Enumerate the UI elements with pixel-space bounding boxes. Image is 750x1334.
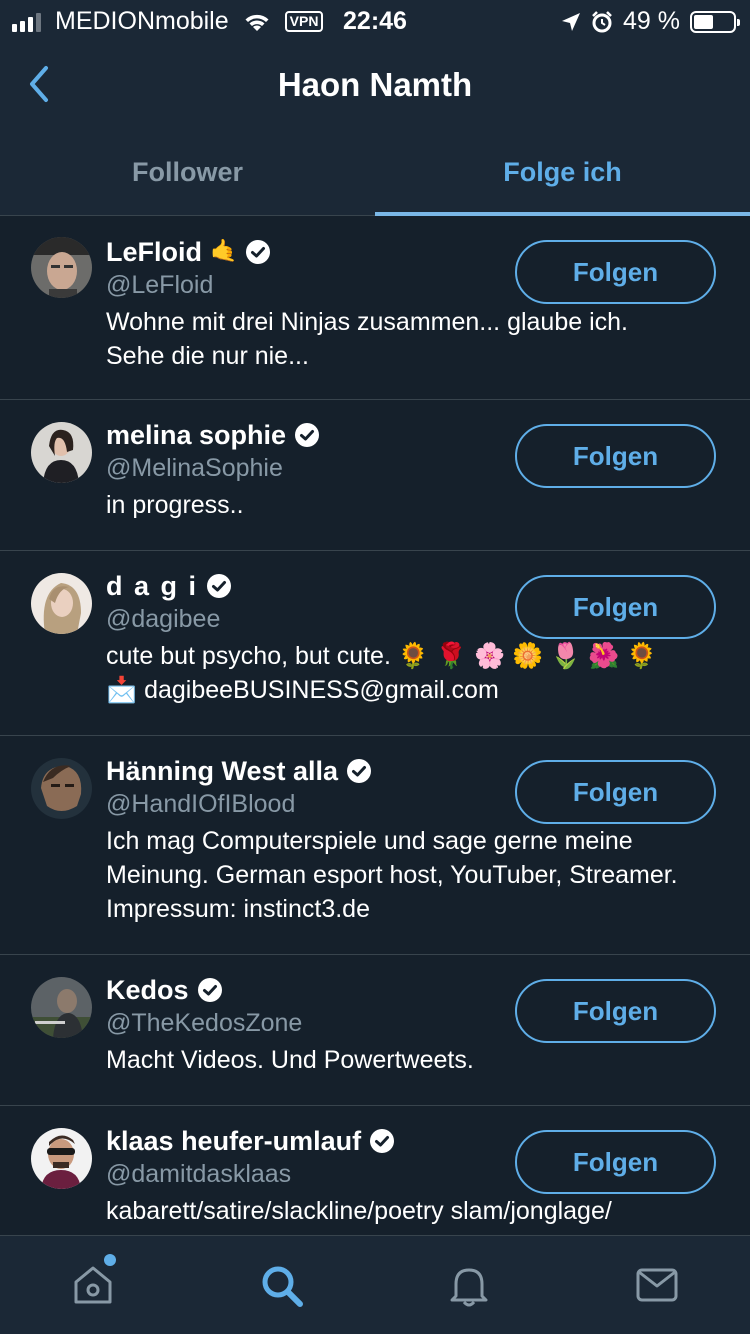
- avatar[interactable]: [31, 1128, 92, 1189]
- follow-button[interactable]: Folgen: [515, 575, 716, 639]
- notification-dot: [104, 1254, 116, 1266]
- list-item[interactable]: Kedos @TheKedosZone Macht Videos. Und Po…: [0, 955, 750, 1106]
- avatar[interactable]: [31, 573, 92, 634]
- follow-button[interactable]: Folgen: [515, 760, 716, 824]
- user-bio: in progress..: [106, 491, 244, 519]
- page-title: Haon Namth: [277, 66, 473, 103]
- avatar[interactable]: [31, 977, 92, 1038]
- follow-button[interactable]: Folgen: [515, 240, 716, 304]
- list-item[interactable]: d a g i @dagibee cute but psycho, but cu…: [0, 551, 750, 736]
- list-item[interactable]: Hänning West alla @HandIOfIBlood Ich mag…: [0, 736, 750, 955]
- search-icon[interactable]: [258, 1262, 304, 1308]
- list-item[interactable]: klaas heufer-umlauf @damitdasklaas kabar…: [0, 1106, 750, 1235]
- follow-button[interactable]: Folgen: [515, 979, 716, 1043]
- follow-button[interactable]: Folgen: [515, 424, 716, 488]
- call-me-hand-emoji: 🤙: [210, 239, 238, 264]
- verified-badge-icon: [207, 574, 232, 598]
- verified-badge-icon: [370, 1129, 395, 1153]
- following-list: LeFloid 🤙 @LeFloid Wohne mit drei Ninjas…: [0, 217, 750, 1235]
- user-bio: cute but psycho, but cute. 🌻 🌹 🌸 🌼 🌷 🌺 🌻…: [106, 639, 720, 707]
- user-name: d a g i: [106, 571, 199, 601]
- user-name: melina sophie: [106, 420, 287, 450]
- tab-bar: Follower Folge ich: [0, 128, 750, 216]
- verified-badge-icon: [347, 759, 372, 783]
- alarm-icon: [592, 10, 612, 32]
- bell-icon[interactable]: [446, 1262, 492, 1308]
- battery-icon: [690, 10, 740, 33]
- bio-line: 📩 dagibeeBUSINESS@gmail.com: [106, 676, 499, 704]
- user-name: Kedos: [106, 975, 189, 1005]
- home-icon[interactable]: [70, 1262, 116, 1308]
- user-name: LeFloid: [106, 237, 202, 267]
- mail-icon[interactable]: [634, 1262, 680, 1308]
- nav-header: Haon Namth: [0, 40, 750, 128]
- user-bio: Ich mag Computerspiele und sage gerne me…: [106, 827, 678, 923]
- list-item[interactable]: LeFloid 🤙 @LeFloid Wohne mit drei Ninjas…: [0, 217, 750, 400]
- bottom-tab-bar: [0, 1235, 750, 1334]
- user-bio: Wohne mit drei Ninjas zusammen... glaube…: [106, 308, 628, 370]
- avatar[interactable]: [31, 422, 92, 483]
- user-bio: kabarett/satire/slackline/poetry slam/jo…: [106, 1197, 612, 1225]
- battery-percentage: 49 %: [623, 7, 680, 35]
- tab-follower[interactable]: Follower: [0, 128, 375, 215]
- follow-button[interactable]: Folgen: [515, 1130, 716, 1194]
- tab-following[interactable]: Folge ich: [375, 128, 750, 216]
- status-bar: MEDIONmobile VPN 22:46 49 %: [0, 0, 750, 40]
- avatar[interactable]: [31, 237, 92, 298]
- verified-badge-icon: [246, 240, 271, 264]
- user-name: klaas heufer-umlauf: [106, 1126, 362, 1156]
- user-bio: Macht Videos. Und Powertweets.: [106, 1046, 474, 1074]
- bio-line: cute but psycho, but cute. 🌻 🌹 🌸 🌼 🌷 🌺 🌻: [106, 642, 658, 670]
- verified-badge-icon: [197, 978, 222, 1002]
- list-item[interactable]: melina sophie @MelinaSophie in progress.…: [0, 400, 750, 551]
- user-name: Hänning West alla: [106, 756, 339, 786]
- avatar[interactable]: [31, 758, 92, 819]
- verified-badge-icon: [295, 423, 320, 447]
- location-arrow-icon: [562, 12, 581, 31]
